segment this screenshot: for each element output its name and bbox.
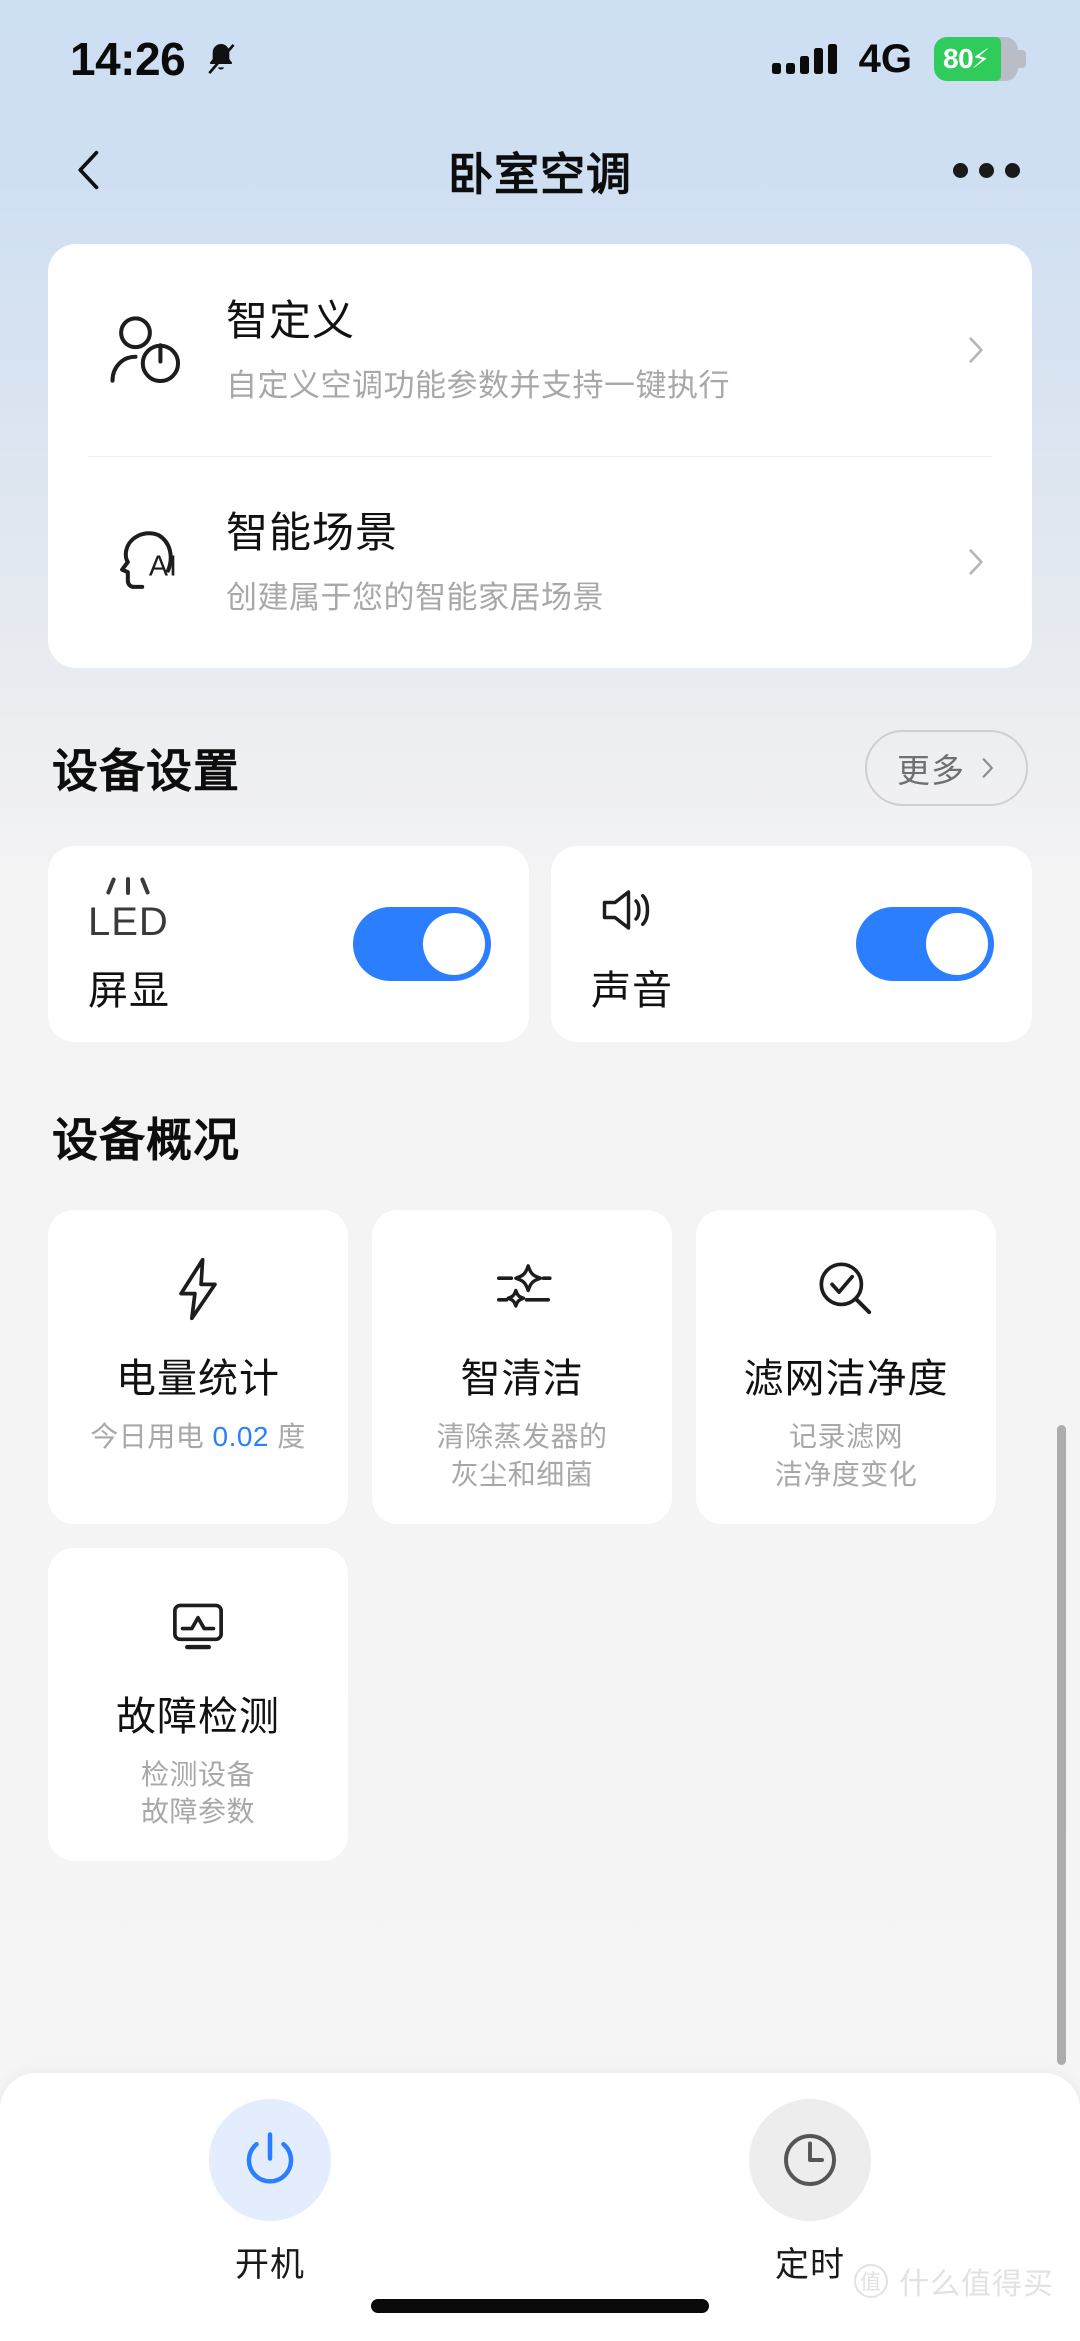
overview-card-subtitle: 今日用电 0.02 度 [90, 1418, 306, 1456]
more-dot [953, 162, 968, 178]
watermark-text: 什么值得买 [899, 2268, 1054, 2301]
overview-card-title: 故障检测 [116, 1694, 280, 1739]
power-value: 0.02 [212, 1421, 269, 1452]
device-overview-header: 设备概况 [52, 1104, 1028, 1170]
power-sub-prefix: 今日用电 [90, 1421, 213, 1452]
subtitle-line-2: 灰尘和细菌 [450, 1458, 594, 1490]
toggle-card-left: 声音 [591, 872, 673, 1016]
page-title: 卧室空调 [447, 148, 632, 200]
monitor-waveform-icon [161, 1584, 235, 1670]
list-item-subtitle: 创建属于您的智能家居场景 [226, 579, 604, 615]
list-item-text: 智定义 自定义空调功能参数并支持一键执行 [206, 295, 952, 405]
list-item-smart-scene[interactable]: AI 智能场景 创建属于您的智能家居场景 [88, 456, 992, 668]
home-indicator [371, 2299, 709, 2313]
subtitle-line-1: 记录滤网 [788, 1421, 903, 1452]
toggle-knob [423, 913, 485, 975]
status-bar: 14:26 4G 80 ⚡ [0, 0, 1080, 118]
clock-icon [784, 2134, 836, 2186]
subtitle-line-2: 洁净度变化 [774, 1458, 918, 1490]
toggle-label: 声音 [591, 969, 673, 1013]
device-settings-toggles: LED 屏显 声音 [48, 846, 1032, 1042]
section-title-device-overview: 设备概况 [52, 1114, 240, 1166]
bottom-action-power[interactable]: 开机 [0, 2099, 540, 2286]
bottom-action-bar: 开机 定时 值 什么值得买 [0, 2073, 1080, 2341]
overview-card-title: 电量统计 [116, 1357, 280, 1401]
nav-bar: 卧室空调 [0, 118, 1080, 222]
subtitle-line-1: 清除蒸发器的 [436, 1421, 608, 1452]
power-sub-suffix: 度 [269, 1421, 306, 1452]
toggle-card-sound[interactable]: 声音 [551, 846, 1032, 1042]
toggle-knob [926, 913, 988, 975]
status-bar-right: 4G 80 ⚡ [771, 36, 1026, 82]
toggle-switch-led-display[interactable] [353, 907, 491, 981]
speaker-sound-icon [591, 872, 673, 948]
led-display-icon: LED [88, 872, 170, 948]
svg-text:AI: AI [149, 550, 178, 582]
chevron-right-icon [952, 545, 992, 579]
watermark-logo: 值 [854, 2264, 888, 2298]
list-item-title: 智定义 [226, 297, 356, 345]
bottom-actions: 开机 定时 [0, 2073, 1080, 2286]
network-type: 4G [858, 36, 912, 81]
overview-card-power-stats[interactable]: 电量统计 今日用电 0.02 度 [48, 1210, 348, 1524]
more-settings-label: 更多 [897, 752, 965, 789]
ai-head-icon: AI [88, 516, 206, 608]
smart-features-card: 智定义 自定义空调功能参数并支持一键执行 AI 智能场景 创建属于您的智能家居场… [48, 244, 1032, 668]
sparkle-clean-icon [485, 1246, 559, 1332]
device-settings-header: 设备设置 更多 [52, 730, 1028, 806]
led-rays [106, 875, 151, 896]
list-item-title: 智能场景 [226, 509, 399, 557]
charging-bolt-icon: ⚡ [971, 43, 991, 74]
chevron-right-icon [952, 333, 992, 367]
timer-button[interactable] [749, 2099, 871, 2221]
toggle-card-left: LED 屏显 [88, 872, 170, 1016]
toggle-switch-sound[interactable] [856, 907, 994, 981]
overview-card-subtitle: 记录滤网 洁净度变化 [775, 1418, 918, 1494]
device-overview-grid: 电量统计 今日用电 0.02 度 智清洁 清除蒸发器的 灰尘和细菌 滤网洁净度 … [48, 1210, 1032, 1862]
page-scrollbar[interactable] [1057, 1425, 1066, 2065]
list-item-text: 智能场景 创建属于您的智能家居场景 [206, 507, 952, 617]
more-options-button[interactable] [953, 162, 1020, 178]
power-button[interactable] [209, 2099, 331, 2221]
battery-tip [1018, 50, 1026, 68]
bottom-action-timer[interactable]: 定时 [540, 2099, 1080, 2286]
magnifier-check-icon [809, 1246, 883, 1332]
status-bar-left: 14:26 [70, 32, 241, 86]
list-item-smart-custom[interactable]: 智定义 自定义空调功能参数并支持一键执行 [88, 244, 992, 456]
chevron-right-icon [982, 758, 993, 778]
watermark: 值 什么值得买 [854, 2259, 1054, 2303]
status-time: 14:26 [70, 33, 186, 85]
subtitle-line-1: 检测设备 [140, 1758, 255, 1790]
battery-indicator: 80 ⚡ [934, 37, 1026, 81]
overview-card-filter-cleanliness[interactable]: 滤网洁净度 记录滤网 洁净度变化 [696, 1210, 996, 1524]
more-dot [1005, 162, 1020, 178]
bell-muted-icon [208, 43, 235, 75]
overview-card-title: 滤网洁净度 [743, 1357, 949, 1401]
list-item-subtitle: 自定义空调功能参数并支持一键执行 [226, 367, 730, 403]
section-title-device-settings: 设备设置 [52, 745, 240, 797]
more-settings-button[interactable]: 更多 [865, 730, 1028, 806]
bottom-action-label: 定时 [775, 2246, 845, 2284]
lightning-bolt-icon [161, 1246, 235, 1332]
overview-card-smart-clean[interactable]: 智清洁 清除蒸发器的 灰尘和细菌 [372, 1210, 672, 1524]
overview-card-fault-detection[interactable]: 故障检测 检测设备 故障参数 [48, 1547, 348, 1862]
overview-card-title: 智清洁 [460, 1357, 584, 1401]
power-icon [246, 2132, 294, 2184]
more-dot [979, 162, 994, 178]
overview-card-subtitle: 清除蒸发器的 灰尘和细菌 [436, 1418, 607, 1494]
toggle-label: 屏显 [88, 969, 170, 1013]
toggle-card-led-display[interactable]: LED 屏显 [48, 846, 529, 1042]
signal-bars-icon [771, 44, 837, 74]
overview-card-subtitle: 检测设备 故障参数 [141, 1756, 255, 1832]
subtitle-line-2: 故障参数 [140, 1796, 255, 1828]
battery-level: 80 [943, 43, 974, 74]
led-text: LED [88, 900, 169, 944]
person-power-icon [88, 304, 206, 396]
bottom-action-label: 开机 [235, 2246, 305, 2284]
